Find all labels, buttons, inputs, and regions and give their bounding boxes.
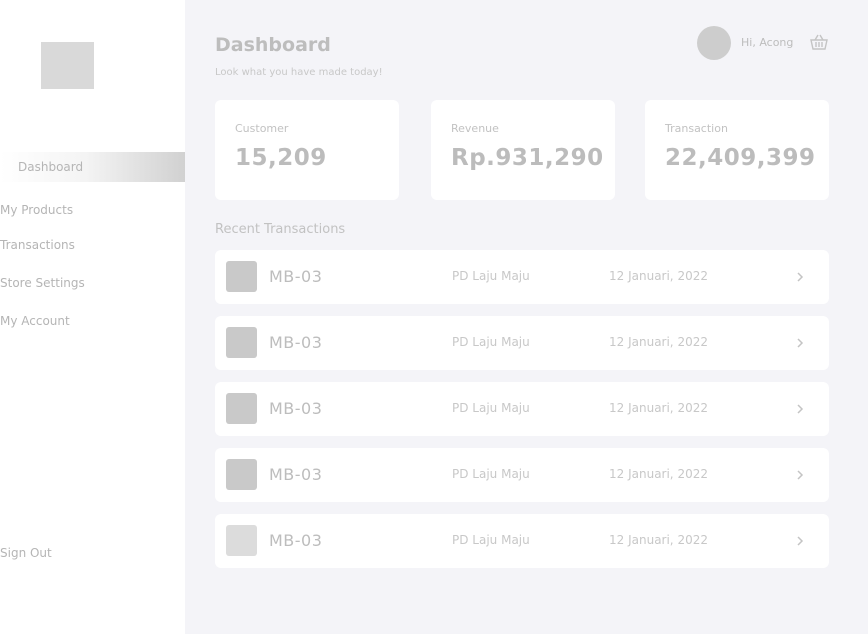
transaction-thumbnail xyxy=(226,459,257,490)
sidebar-item-dashboard[interactable]: Dashboard xyxy=(0,152,190,182)
sidebar-item-my-products[interactable]: My Products xyxy=(0,203,73,217)
chevron-right-icon[interactable] xyxy=(793,267,807,287)
transaction-id: MB-03 xyxy=(269,267,323,286)
transaction-date: 12 Januari, 2022 xyxy=(609,335,708,349)
basket-icon[interactable] xyxy=(809,32,829,52)
sidebar-item-label: Store Settings xyxy=(0,276,85,290)
stat-value: 22,409,399 xyxy=(665,145,816,171)
logo xyxy=(41,42,94,89)
transaction-date: 12 Januari, 2022 xyxy=(609,467,708,481)
sign-out-button[interactable]: Sign Out xyxy=(0,546,52,560)
sidebar-item-label: My Account xyxy=(0,314,70,328)
stat-label: Revenue xyxy=(451,122,499,135)
transaction-date: 12 Januari, 2022 xyxy=(609,401,708,415)
transaction-store: PD Laju Maju xyxy=(452,401,530,415)
stat-value: Rp.931,290 xyxy=(451,145,604,171)
sidebar: Dashboard My Products Transactions Store… xyxy=(0,0,190,634)
sidebar-item-label: Transactions xyxy=(0,238,75,252)
page-title: Dashboard xyxy=(215,34,331,56)
transaction-row[interactable]: MB-03 PD Laju Maju 12 Januari, 2022 xyxy=(215,316,829,370)
transaction-thumbnail xyxy=(226,525,257,556)
transaction-thumbnail xyxy=(226,393,257,424)
transaction-row[interactable]: MB-03 PD Laju Maju 12 Januari, 2022 xyxy=(215,250,829,304)
stat-label: Customer xyxy=(235,122,289,135)
chevron-right-icon[interactable] xyxy=(793,531,807,551)
sign-out-label: Sign Out xyxy=(0,546,52,560)
transaction-date: 12 Januari, 2022 xyxy=(609,269,708,283)
stat-card-transaction: Transaction 22,409,399 xyxy=(645,100,829,200)
sidebar-item-store-settings[interactable]: Store Settings xyxy=(0,276,85,290)
transaction-id: MB-03 xyxy=(269,465,323,484)
chevron-right-icon[interactable] xyxy=(793,399,807,419)
main-content: Dashboard Look what you have made today!… xyxy=(185,0,868,634)
stat-card-revenue: Revenue Rp.931,290 xyxy=(431,100,615,200)
transaction-id: MB-03 xyxy=(269,399,323,418)
sidebar-item-label: Dashboard xyxy=(18,160,84,174)
transaction-id: MB-03 xyxy=(269,531,323,550)
transaction-store: PD Laju Maju xyxy=(452,467,530,481)
page-subtitle: Look what you have made today! xyxy=(215,67,383,78)
transaction-thumbnail xyxy=(226,261,257,292)
avatar[interactable] xyxy=(697,26,731,60)
transaction-store: PD Laju Maju xyxy=(452,335,530,349)
transaction-thumbnail xyxy=(226,327,257,358)
chevron-right-icon[interactable] xyxy=(793,465,807,485)
sidebar-item-transactions[interactable]: Transactions xyxy=(0,238,75,252)
transaction-row[interactable]: MB-03 PD Laju Maju 12 Januari, 2022 xyxy=(215,382,829,436)
chevron-right-icon[interactable] xyxy=(793,333,807,353)
stat-card-customer: Customer 15,209 xyxy=(215,100,399,200)
transaction-id: MB-03 xyxy=(269,333,323,352)
app: Dashboard My Products Transactions Store… xyxy=(0,0,868,634)
transaction-row[interactable]: MB-03 PD Laju Maju 12 Januari, 2022 xyxy=(215,514,829,568)
transaction-date: 12 Januari, 2022 xyxy=(609,533,708,547)
transaction-row[interactable]: MB-03 PD Laju Maju 12 Januari, 2022 xyxy=(215,448,829,502)
stat-label: Transaction xyxy=(665,122,728,135)
stat-value: 15,209 xyxy=(235,145,327,171)
transaction-store: PD Laju Maju xyxy=(452,533,530,547)
sidebar-item-my-account[interactable]: My Account xyxy=(0,314,70,328)
transaction-store: PD Laju Maju xyxy=(452,269,530,283)
sidebar-item-label: My Products xyxy=(0,203,74,217)
user-greeting: Hi, Acong xyxy=(741,36,794,49)
section-title-recent-transactions: Recent Transactions xyxy=(215,222,346,237)
